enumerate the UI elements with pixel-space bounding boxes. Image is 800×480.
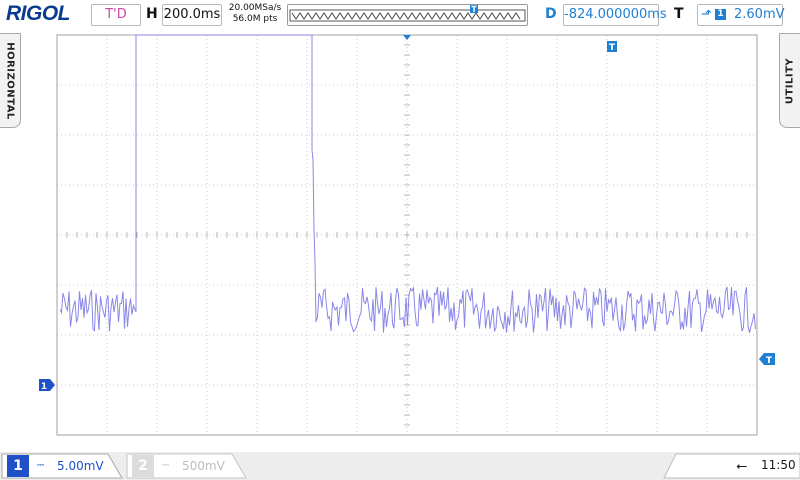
- system-status-area: ⭠ 11:50: [664, 452, 800, 480]
- dc-coupling-icon: ⎓: [162, 461, 170, 471]
- clock: 11:50: [761, 458, 796, 472]
- trigger-level-marker[interactable]: T: [759, 353, 775, 366]
- usb-icon: ⭠: [736, 458, 748, 474]
- channel1-ground-marker[interactable]: 1: [39, 379, 55, 392]
- dc-coupling-icon: ⎓: [37, 461, 45, 471]
- graticule: [56, 34, 758, 436]
- waveform-display[interactable]: T 1 T: [0, 0, 800, 452]
- trigger-time-marker-icon[interactable]: T: [607, 41, 617, 53]
- channel1-ground-label: 1: [41, 382, 47, 392]
- channel1-tab[interactable]: 1 ⎓ 5.00mV: [3, 455, 123, 477]
- channel2-scale: 500mV: [182, 459, 225, 473]
- channel1-scale: 5.00mV: [57, 459, 104, 473]
- channel2-tab[interactable]: 2 ⎓ 500mV: [128, 455, 246, 477]
- trigger-time-marker-label: T: [609, 43, 616, 53]
- bottom-channel-bar: 1 ⎓ 5.00mV 2 ⎓ 500mV ⭠ 11:50: [0, 452, 800, 480]
- trigger-level-label: T: [766, 356, 773, 366]
- channel1-waveform: [59, 34, 756, 333]
- trigger-position-marker[interactable]: [403, 35, 411, 40]
- channel2-number: 2: [132, 455, 154, 477]
- channel1-number: 1: [7, 455, 29, 477]
